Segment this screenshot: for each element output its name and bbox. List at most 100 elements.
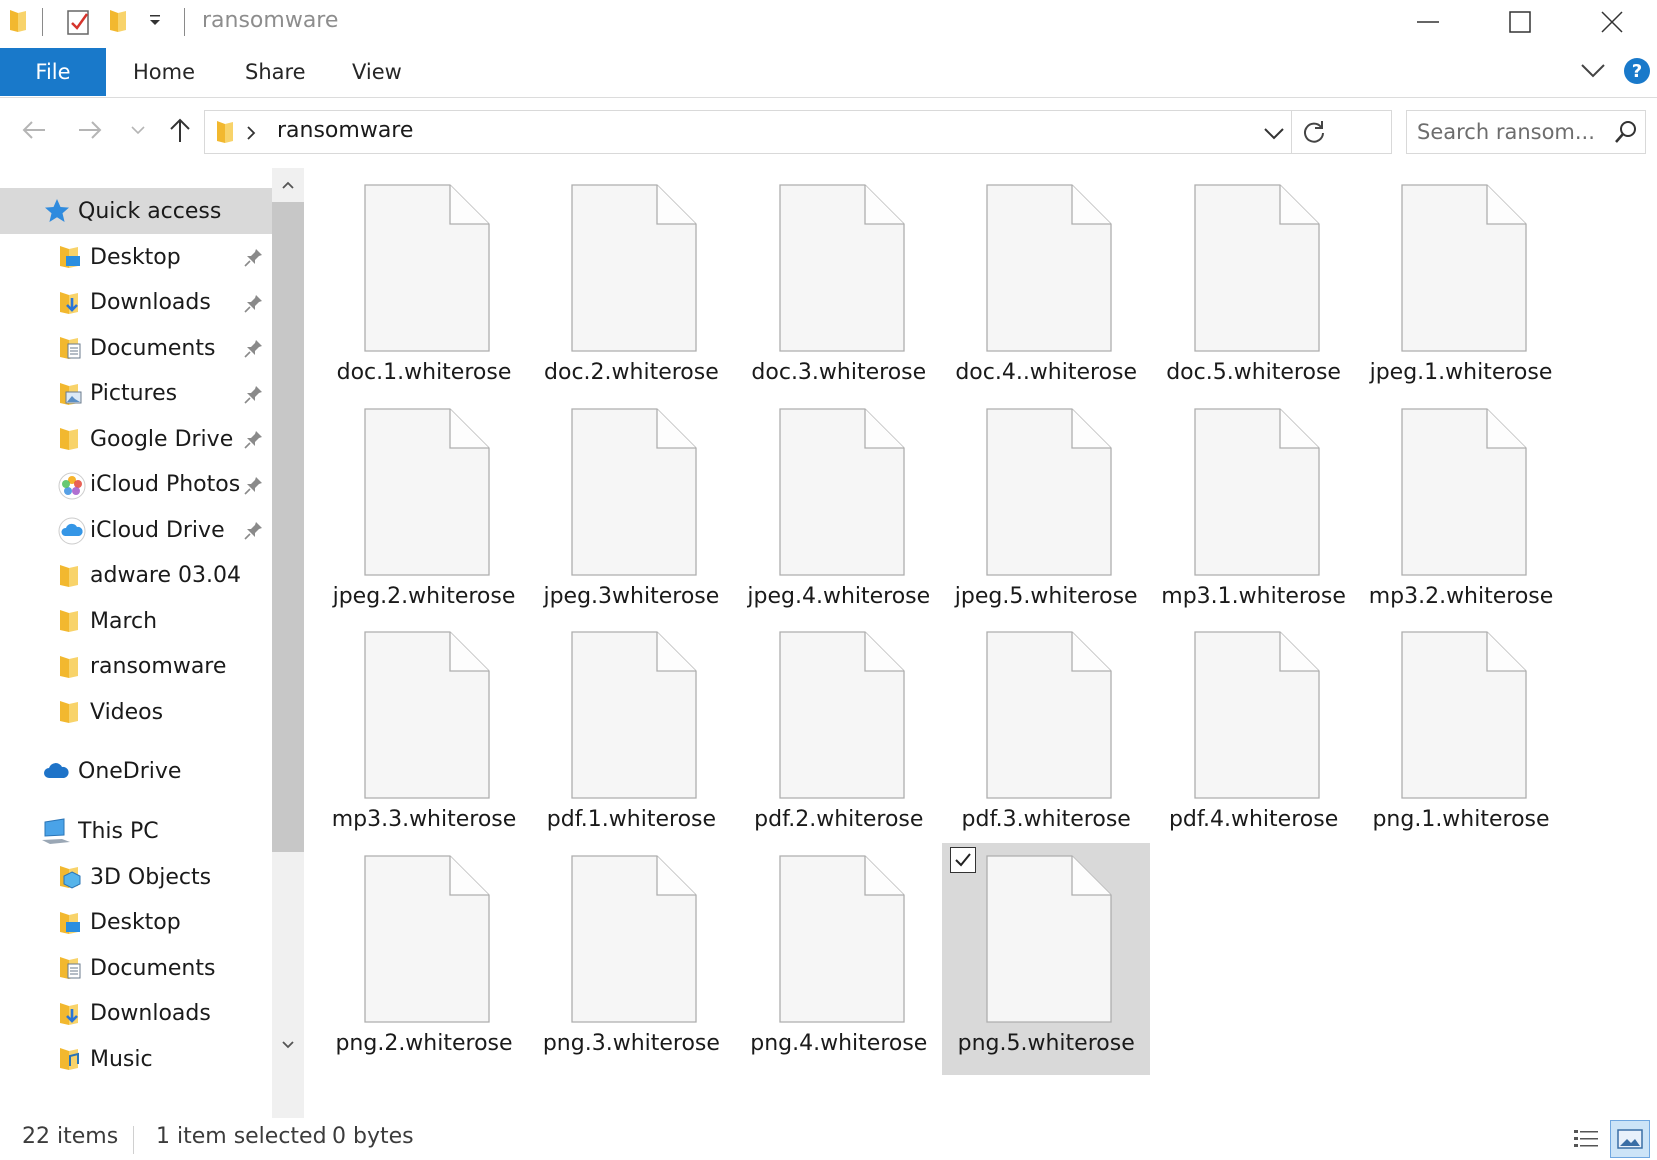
scroll-thumb[interactable]: [272, 202, 304, 852]
nav-item-music[interactable]: Music: [0, 1036, 272, 1082]
window-title: ransomware: [202, 8, 339, 33]
address-dropdown-icon[interactable]: [1263, 125, 1285, 145]
nav-item-icloud-drive[interactable]: iCloud Drive: [0, 507, 272, 553]
file-item-doc-2-whiterose[interactable]: doc.2.whiterose: [527, 172, 735, 404]
expand-ribbon-icon[interactable]: [1580, 60, 1606, 84]
tab-file[interactable]: File: [0, 48, 106, 96]
back-button[interactable]: [16, 112, 52, 148]
search-box[interactable]: [1406, 110, 1646, 154]
search-icon[interactable]: [1613, 119, 1639, 149]
nav-label: Music: [90, 1046, 153, 1072]
tab-view[interactable]: View: [352, 48, 402, 96]
scroll-up-arrow[interactable]: [272, 168, 304, 202]
file-item-doc-5-whiterose[interactable]: doc.5.whiterose: [1150, 172, 1358, 404]
nav-onedrive[interactable]: OneDrive: [0, 748, 272, 794]
file-item-png-2-whiterose[interactable]: png.2.whiterose: [320, 843, 528, 1075]
customize-toolbar-icon[interactable]: [146, 12, 164, 34]
file-item-pdf-4-whiterose[interactable]: pdf.4.whiterose: [1150, 619, 1358, 851]
nav-label: Pictures: [90, 381, 178, 406]
file-item-jpeg-2-whiterose[interactable]: jpeg.2.whiterose: [320, 396, 528, 628]
tab-share[interactable]: Share: [245, 48, 306, 96]
maximize-button[interactable]: [1474, 0, 1566, 44]
file-name: png.5.whiterose: [957, 1030, 1135, 1056]
nav-item-documents[interactable]: Documents: [0, 325, 272, 371]
refresh-icon[interactable]: [1301, 119, 1327, 149]
file-item-pdf-3-whiterose[interactable]: pdf.3.whiterose: [942, 619, 1150, 851]
file-item-png-1-whiterose[interactable]: png.1.whiterose: [1357, 619, 1565, 851]
nav-label: OneDrive: [78, 758, 182, 784]
file-name: doc.3.whiterose: [751, 360, 927, 385]
pin-icon[interactable]: [244, 338, 264, 358]
file-item-mp3-2-whiterose[interactable]: mp3.2.whiterose: [1357, 396, 1565, 628]
breadcrumb[interactable]: ransomware: [277, 118, 413, 143]
file-name: pdf.2.whiterose: [754, 807, 924, 832]
pin-icon[interactable]: [244, 429, 264, 449]
new-folder-icon[interactable]: [108, 8, 128, 38]
file-item-doc-3-whiterose[interactable]: doc.3.whiterose: [735, 172, 943, 404]
pin-icon[interactable]: [244, 520, 264, 540]
nav-item-documents[interactable]: Documents: [0, 945, 272, 991]
nav-label: iCloud Drive: [90, 517, 225, 543]
file-item-doc-1-whiterose[interactable]: doc.1.whiterose: [320, 172, 528, 404]
file-item-doc-4-whiterose[interactable]: doc.4..whiterose: [942, 172, 1150, 404]
file-item-png-4-whiterose[interactable]: png.4.whiterose: [735, 843, 943, 1075]
nav-item-desktop[interactable]: Desktop: [0, 900, 272, 946]
forward-button[interactable]: [72, 112, 108, 148]
nav-scrollbar[interactable]: [272, 168, 304, 1118]
file-item-mp3-1-whiterose[interactable]: mp3.1.whiterose: [1150, 396, 1358, 628]
file-item-pdf-1-whiterose[interactable]: pdf.1.whiterose: [527, 619, 735, 851]
file-item-jpeg-4-whiterose[interactable]: jpeg.4.whiterose: [735, 396, 943, 628]
large-icons-view-button[interactable]: [1610, 1120, 1650, 1158]
search-input[interactable]: [1417, 117, 1603, 147]
nav-this-pc[interactable]: This PC: [0, 808, 272, 854]
nav-item-downloads[interactable]: Downloads: [0, 991, 272, 1037]
pin-icon[interactable]: [244, 293, 264, 313]
address-bar[interactable]: ransomware: [204, 110, 1392, 154]
nav-item-google-drive[interactable]: Google Drive: [0, 416, 272, 462]
pin-icon[interactable]: [244, 247, 264, 267]
file-item-mp3-3-whiterose[interactable]: mp3.3.whiterose: [320, 619, 528, 851]
file-item-png-3-whiterose[interactable]: png.3.whiterose: [527, 843, 735, 1075]
nav-item-downloads[interactable]: Downloads: [0, 280, 272, 326]
details-view-button[interactable]: [1566, 1120, 1606, 1158]
minimize-button[interactable]: [1382, 0, 1474, 44]
file-item-png-5-whiterose[interactable]: png.5.whiterose: [942, 842, 1151, 1075]
file-name: jpeg.4.whiterose: [747, 583, 931, 609]
nav-quick-access[interactable]: Quick access: [0, 188, 272, 234]
nav-item-march[interactable]: March: [0, 598, 272, 644]
tab-home[interactable]: Home: [133, 48, 195, 96]
ribbon: File Home Share View ?: [0, 46, 1657, 98]
file-item-jpeg-5-whiterose[interactable]: jpeg.5.whiterose: [942, 396, 1150, 628]
file-item-jpeg-3whiterose[interactable]: jpeg.3whiterose: [527, 396, 735, 628]
breadcrumb-chevron-icon[interactable]: [245, 125, 257, 145]
file-name: doc.5.whiterose: [1166, 360, 1341, 385]
blank-file-icon: [571, 854, 698, 1023]
title-separator: [42, 8, 43, 36]
up-button[interactable]: [162, 112, 198, 148]
file-item-jpeg-1-whiterose[interactable]: jpeg.1.whiterose: [1357, 172, 1565, 404]
nav-item-pictures[interactable]: Pictures: [0, 371, 272, 417]
blank-file-icon: [1401, 631, 1527, 799]
properties-icon[interactable]: [66, 8, 92, 40]
file-item-pdf-2-whiterose[interactable]: pdf.2.whiterose: [735, 619, 943, 851]
folder-icon: [58, 426, 84, 452]
nav-item-videos[interactable]: Videos: [0, 689, 272, 735]
nav-item-icloud-photos[interactable]: iCloud Photos: [0, 462, 272, 508]
recent-locations-button[interactable]: [120, 112, 156, 148]
close-button[interactable]: [1566, 0, 1657, 44]
pin-icon[interactable]: [244, 384, 264, 404]
nav-label: iCloud Photos: [90, 472, 240, 497]
blank-file-icon: [1401, 407, 1527, 576]
nav-item-3d-objects[interactable]: 3D Objects: [0, 854, 272, 900]
onedrive-icon: [42, 760, 69, 786]
status-bar: 22 items 1 item selected 0 bytes: [0, 1118, 1657, 1160]
scroll-down-arrow[interactable]: [272, 1028, 304, 1062]
nav-item-ransomware[interactable]: ransomware: [0, 644, 272, 690]
nav-item-adware-03-04[interactable]: adware 03.04: [0, 553, 272, 599]
help-icon[interactable]: ?: [1624, 58, 1650, 84]
pin-icon[interactable]: [244, 475, 264, 495]
nav-item-desktop[interactable]: Desktop: [0, 234, 272, 280]
file-name: jpeg.3whiterose: [543, 583, 720, 609]
selection-checkbox[interactable]: [950, 846, 977, 873]
file-name: mp3.2.whiterose: [1368, 583, 1554, 609]
